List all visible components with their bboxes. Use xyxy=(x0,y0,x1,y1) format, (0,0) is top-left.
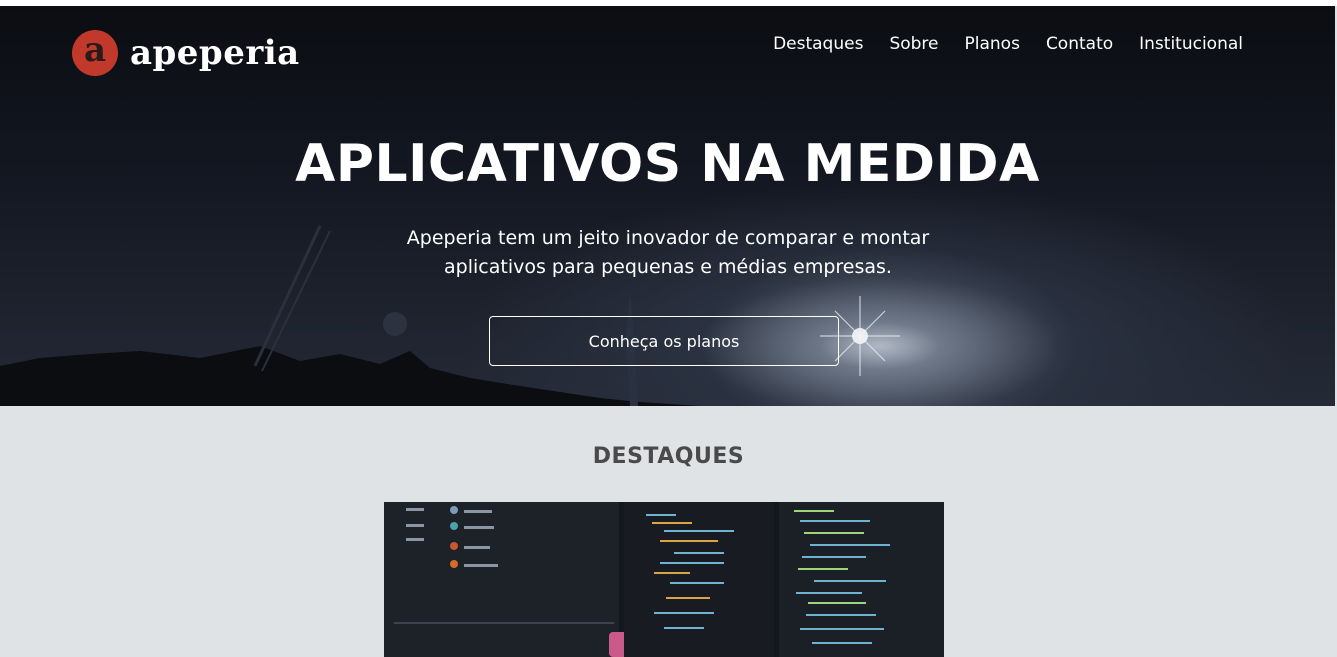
main-nav: Destaques Sobre Planos Contato Instituci… xyxy=(773,34,1243,54)
nav-item-destaques[interactable]: Destaques xyxy=(773,34,863,54)
see-plans-button[interactable]: Conheça os planos xyxy=(489,316,839,366)
nav-item-planos[interactable]: Planos xyxy=(965,34,1020,54)
brand-name: apeperia xyxy=(130,33,300,73)
hero-subtitle-line1: Apeperia tem um jeito inovador de compar… xyxy=(406,227,930,249)
highlight-image[interactable] xyxy=(384,502,944,657)
nav-item-institucional[interactable]: Institucional xyxy=(1139,34,1243,54)
logo-mark-icon: a xyxy=(72,30,118,76)
highlights-title: DESTAQUES xyxy=(592,444,745,469)
hero-subtitle: Apeperia tem um jeito inovador de compar… xyxy=(368,224,968,282)
hero-title: APLICATIVOS NA MEDIDA xyxy=(295,134,1040,194)
code-screens-illustration xyxy=(384,502,944,657)
hero-banner: a apeperia Destaques Sobre Planos Contat… xyxy=(0,6,1335,406)
nav-item-contato[interactable]: Contato xyxy=(1046,34,1113,54)
nav-item-sobre[interactable]: Sobre xyxy=(889,34,938,54)
brand-logo[interactable]: a apeperia xyxy=(72,30,300,76)
hero-subtitle-line2: aplicativos para pequenas e médias empre… xyxy=(444,256,892,278)
